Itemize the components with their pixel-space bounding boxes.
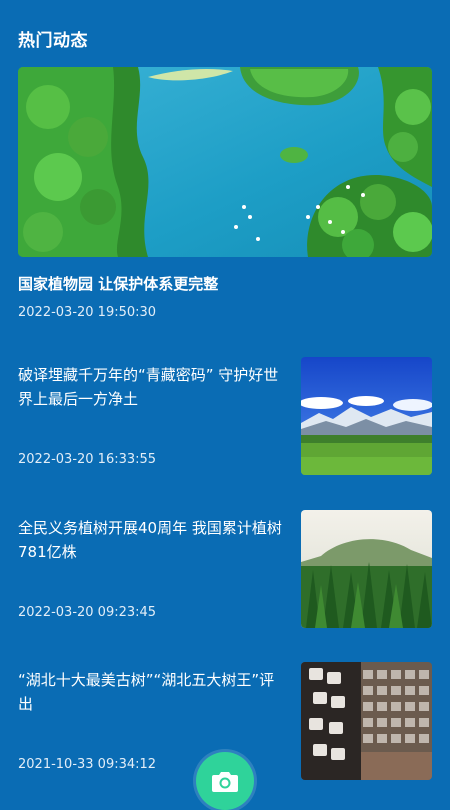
hero-image[interactable] [18, 67, 432, 257]
news-timestamp: 2021-10-33 09:34:12 [18, 757, 157, 772]
news-thumbnail [301, 357, 432, 475]
section-title: 热门动态 [18, 31, 88, 51]
hero-title[interactable]: 国家植物园 让保护体系更完整 [18, 273, 218, 294]
forest-image [301, 510, 432, 628]
news-thumbnail [301, 662, 432, 780]
lake-landscape-image [18, 67, 432, 257]
news-timestamp: 2022-03-20 09:23:45 [18, 605, 157, 620]
news-title: 全民义务植树开展40周年 我国累计植树781亿株 [18, 519, 282, 561]
news-title: 破译埋藏千万年的“青藏密码” 守护好世界上最后一方净土 [18, 366, 279, 408]
news-timestamp: 2022-03-20 16:33:55 [18, 452, 157, 467]
news-thumbnail [301, 510, 432, 628]
news-item[interactable]: 破译埋藏千万年的“青藏密码” 守护好世界上最后一方净土 2022-03-20 1… [18, 357, 432, 477]
camera-button[interactable] [196, 752, 254, 810]
specimen-wall-image [301, 662, 432, 780]
plateau-grassland-image [301, 357, 432, 475]
news-title: “湖北十大最美古树”“湖北五大树王”评出 [18, 671, 275, 713]
news-item[interactable]: 全民义务植树开展40周年 我国累计植树781亿株 2022-03-20 09:2… [18, 510, 432, 630]
camera-icon [212, 772, 238, 792]
hero-timestamp: 2022-03-20 19:50:30 [18, 305, 157, 320]
